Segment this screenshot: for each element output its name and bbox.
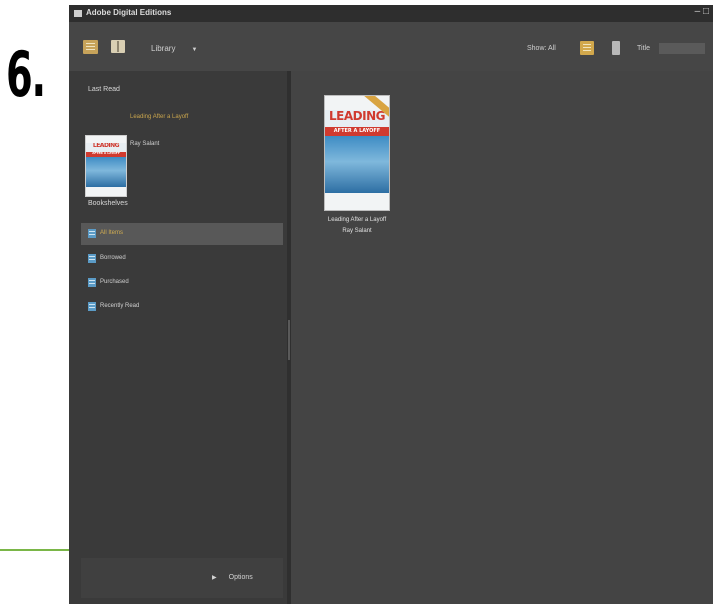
cover-bottom [325,192,389,210]
library-view-button[interactable] [83,40,98,54]
app-window: Adobe Digital Editions – □ Library ▼ Show… [69,5,713,604]
options-label: Options [228,574,253,581]
library-content: LEADING AFTER A LAYOFF Leading After a L… [291,71,713,604]
green-divider [0,549,70,551]
library-dropdown[interactable]: Library ▼ [151,44,197,53]
reading-view-button[interactable] [111,40,125,53]
cover-title-word: LEADING [329,109,385,123]
shelf-label: All Items [100,230,124,236]
shelf-item-all-items[interactable]: All Items [81,223,283,245]
thumbnail-view-icon [583,44,591,52]
cover-art [325,135,389,193]
shelf-item-recently-read[interactable]: Recently Read [81,296,283,318]
book-author: Ray Salant [342,228,372,234]
play-arrow-icon: ▶ [212,575,217,581]
app-icon [74,10,82,17]
shelf-item-borrowed[interactable]: Borrowed [81,248,283,270]
cover-top [86,136,126,144]
step-number: 6. [6,38,46,111]
sort-dropdown[interactable] [659,43,705,54]
book-cover[interactable]: LEADING AFTER A LAYOFF [324,95,390,211]
toolbar: Library ▼ Show: All Title [69,22,713,71]
window-title: Adobe Digital Editions [86,8,172,17]
bookshelves-heading: Bookshelves [88,200,128,207]
splitter-grip[interactable] [288,320,290,360]
title-bar: Adobe Digital Editions – □ [69,5,713,22]
chevron-down-icon: ▼ [191,47,198,53]
cover-title-word: LEADING [92,143,120,150]
library-icon [86,43,95,51]
shelf-item-purchased[interactable]: Purchased [81,272,283,294]
shelf-label: Borrowed [100,255,126,261]
book-title[interactable]: Leading After a Layoff [317,217,397,223]
options-button[interactable]: ▶ Options [212,574,253,581]
cover-art [86,157,126,187]
sort-label: Title [637,45,650,52]
show-filter-dropdown[interactable]: Show: All [527,45,556,52]
bookshelf-icon [88,278,96,287]
sidebar: Last Read LEADING AFTER A LAYOFF Leading… [69,71,287,604]
last-read-title-link[interactable]: Leading After a Layoff [130,114,188,120]
last-read-heading: Last Read [88,86,120,93]
shelf-label: Purchased [100,279,129,285]
bookshelf-icon [88,302,96,311]
bookshelf-icon [88,229,96,238]
window-controls[interactable]: – □ [695,6,709,17]
shelf-label: Recently Read [100,303,140,309]
cover-bottom [86,187,126,196]
last-read-author: Ray Salant [130,141,160,147]
bookshelf-icon [88,254,96,263]
thumbnail-view-button[interactable] [580,41,594,55]
list-view-button[interactable] [612,41,620,55]
book-icon [117,41,119,52]
library-dropdown-label: Library [151,44,176,53]
last-read-book-cover[interactable]: LEADING AFTER A LAYOFF [85,135,127,197]
